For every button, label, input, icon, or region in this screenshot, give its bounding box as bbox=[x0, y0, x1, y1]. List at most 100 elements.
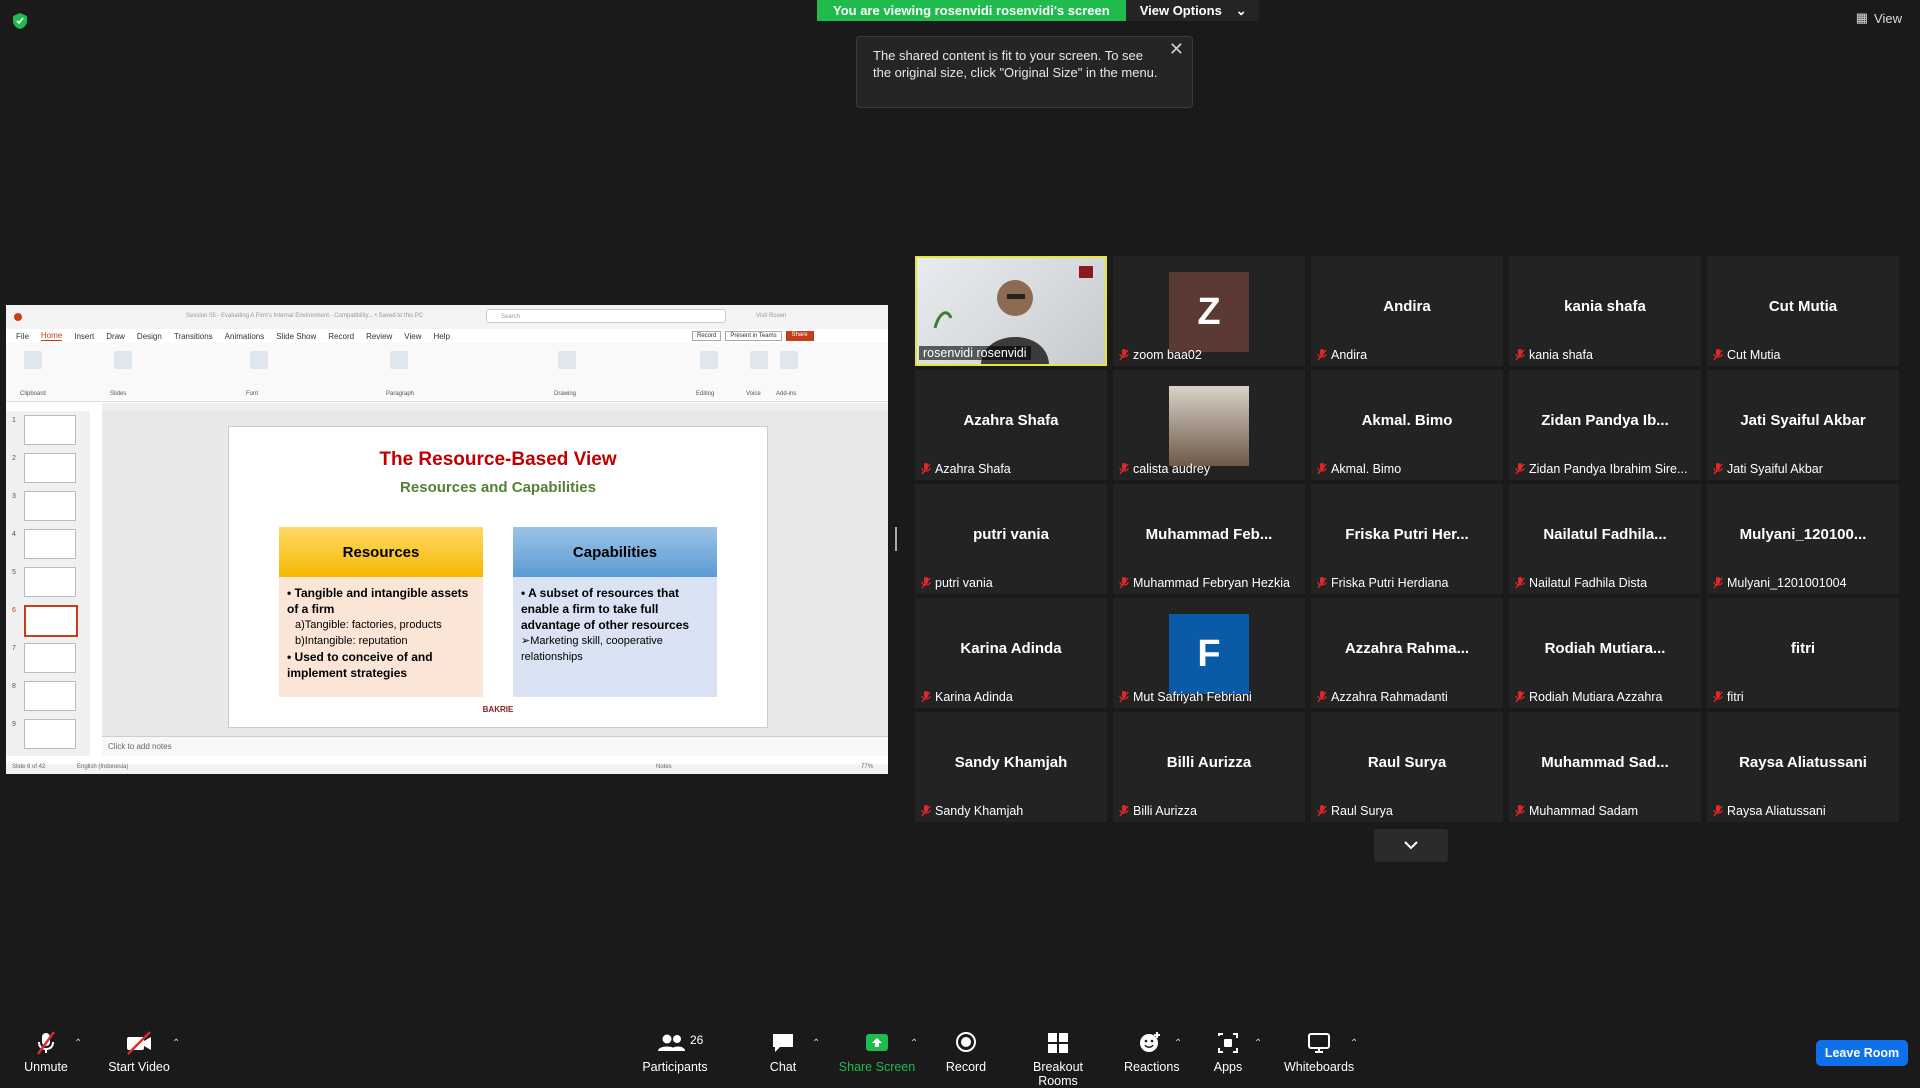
participant-tile[interactable]: calista audrey bbox=[1113, 370, 1305, 480]
ppt-menu-item[interactable]: Home bbox=[40, 331, 63, 341]
ppt-menu-item[interactable]: Help bbox=[434, 332, 450, 341]
thumbnail-number: 8 bbox=[12, 683, 16, 690]
participant-tile[interactable]: Zidan Pandya Ib... Zidan Pandya Ibrahim S… bbox=[1509, 370, 1701, 480]
ppt-menu-item[interactable]: Design bbox=[137, 332, 162, 341]
ppt-title-bar: Session 05 - Evaluating A Firm's Interna… bbox=[6, 305, 888, 329]
share-options-caret[interactable]: ⌃ bbox=[910, 1038, 918, 1049]
slide-thumbnail[interactable] bbox=[24, 529, 76, 559]
ppt-search-box[interactable]: Search bbox=[486, 309, 726, 323]
ppt-notes[interactable]: Click to add notes bbox=[102, 736, 888, 756]
participant-tile[interactable]: Friska Putri Her... Friska Putri Herdiana bbox=[1311, 484, 1503, 594]
ppt-menu-item[interactable]: Slide Show bbox=[276, 332, 316, 341]
close-icon[interactable]: ✕ bbox=[1169, 40, 1184, 58]
ppt-menu-item[interactable]: Insert bbox=[74, 332, 94, 341]
ppt-window-title: Session 05 - Evaluating A Firm's Interna… bbox=[186, 313, 424, 319]
participant-tile[interactable]: Muhammad Sad... Muhammad Sadam bbox=[1509, 712, 1701, 822]
reactions-button[interactable]: Reactions bbox=[1124, 1030, 1180, 1074]
security-shield-icon[interactable] bbox=[12, 12, 28, 30]
participant-tile[interactable]: Billi Aurizza Billi Aurizza bbox=[1113, 712, 1305, 822]
participant-tile[interactable]: Cut Mutia Cut Mutia bbox=[1707, 256, 1899, 366]
view-options-button[interactable]: View Options ⌄ bbox=[1125, 0, 1259, 21]
slide-thumbnail[interactable] bbox=[24, 567, 76, 597]
participant-tile[interactable]: Raysa Aliatussani Raysa Aliatussani bbox=[1707, 712, 1899, 822]
ppt-record-button[interactable]: Record bbox=[692, 331, 722, 341]
slide-thumbnail[interactable] bbox=[24, 491, 76, 521]
slide-thumbnail[interactable] bbox=[24, 453, 76, 483]
ppt-share-button[interactable]: Share bbox=[785, 331, 814, 341]
participant-tile[interactable]: rosenvidi rosenvidi bbox=[915, 256, 1107, 366]
participant-tile[interactable]: kania shafa kania shafa bbox=[1509, 256, 1701, 366]
ppt-menu-item[interactable]: Record bbox=[328, 332, 354, 341]
participant-tile[interactable]: Rodiah Mutiara... Rodiah Mutiara Azzahra bbox=[1509, 598, 1701, 708]
ribbon-tool-icon[interactable] bbox=[780, 351, 798, 369]
ribbon-tool-icon[interactable] bbox=[750, 351, 768, 369]
ppt-menu-item[interactable]: Transitions bbox=[174, 332, 213, 341]
chat-options-caret[interactable]: ⌃ bbox=[812, 1038, 820, 1049]
unmute-button[interactable]: Unmute bbox=[20, 1030, 72, 1074]
ppt-menu-item[interactable]: Draw bbox=[106, 332, 125, 341]
slide-thumbnail[interactable] bbox=[24, 605, 78, 637]
microphone-muted-icon bbox=[1515, 463, 1525, 475]
participant-display-name: fitri bbox=[1790, 640, 1816, 657]
audio-options-caret[interactable]: ⌃ bbox=[74, 1038, 82, 1049]
participant-tile[interactable]: Jati Syaiful Akbar Jati Syaiful Akbar bbox=[1707, 370, 1899, 480]
participant-label: kania shafa bbox=[1515, 348, 1593, 362]
gallery-next-page-button[interactable] bbox=[1374, 829, 1448, 862]
participant-tile[interactable]: Azahra Shafa Azahra Shafa bbox=[915, 370, 1107, 480]
ppt-thumbnails[interactable]: 1 2 3 4 5 6 7 8 9 bbox=[6, 411, 90, 756]
ribbon-tool-icon[interactable] bbox=[558, 351, 576, 369]
apps-button[interactable]: Apps bbox=[1210, 1030, 1246, 1074]
slide-thumbnail[interactable] bbox=[24, 415, 76, 445]
view-button[interactable]: ▦ View bbox=[1856, 10, 1902, 26]
ppt-menu-item[interactable]: Animations bbox=[225, 332, 265, 341]
ribbon-tool-icon[interactable] bbox=[250, 351, 268, 369]
participant-tile[interactable]: Andira Andira bbox=[1311, 256, 1503, 366]
whiteboards-button[interactable]: Whiteboards bbox=[1284, 1030, 1354, 1074]
zoom-level[interactable]: 77% bbox=[861, 764, 873, 770]
ppt-menu-item[interactable]: Review bbox=[366, 332, 392, 341]
participant-tile[interactable]: Azzahra Rahma... Azzahra Rahmadanti bbox=[1311, 598, 1503, 708]
splitter-handle[interactable] bbox=[895, 527, 897, 551]
leave-room-button[interactable]: Leave Room bbox=[1816, 1040, 1908, 1066]
ribbon-tool-icon[interactable] bbox=[24, 351, 42, 369]
slide[interactable]: The Resource-Based View Resources and Ca… bbox=[228, 426, 768, 728]
participant-tile[interactable]: Raul Surya Raul Surya bbox=[1311, 712, 1503, 822]
slide-thumbnail[interactable] bbox=[24, 719, 76, 749]
participant-tile[interactable]: Nailatul Fadhila... Nailatul Fadhila Dist… bbox=[1509, 484, 1701, 594]
ribbon-group-label: Paragraph bbox=[386, 391, 415, 397]
ppt-menu-item[interactable]: File bbox=[16, 332, 29, 341]
participant-tile[interactable]: fitri fitri bbox=[1707, 598, 1899, 708]
ribbon-tool-icon[interactable] bbox=[390, 351, 408, 369]
participant-tile[interactable]: Sandy Khamjah Sandy Khamjah bbox=[915, 712, 1107, 822]
video-options-caret[interactable]: ⌃ bbox=[172, 1038, 180, 1049]
resources-bullet-2: • Used to conceive of and implement stra… bbox=[287, 650, 433, 680]
shared-screen[interactable]: Session 05 - Evaluating A Firm's Interna… bbox=[6, 305, 888, 774]
capabilities-body: • A subset of resources that enable a fi… bbox=[513, 577, 717, 697]
ppt-ribbon[interactable]: Clipboard Slides Font Paragraph Drawing Editi… bbox=[6, 343, 888, 402]
start-video-button[interactable]: Start Video bbox=[104, 1030, 174, 1074]
participant-label: Raul Surya bbox=[1317, 804, 1393, 818]
record-button[interactable]: Record bbox=[944, 1030, 988, 1074]
ribbon-tool-icon[interactable] bbox=[114, 351, 132, 369]
participant-display-name: Azzahra Rahma... bbox=[1344, 640, 1470, 657]
breakout-rooms-button[interactable]: Breakout Rooms bbox=[1012, 1030, 1104, 1088]
slide-thumbnail[interactable] bbox=[24, 643, 76, 673]
participant-tile[interactable]: putri vania putri vania bbox=[915, 484, 1107, 594]
participant-tile[interactable]: Mulyani_120100... Mulyani_1201001004 bbox=[1707, 484, 1899, 594]
whiteboards-options-caret[interactable]: ⌃ bbox=[1350, 1038, 1358, 1049]
chat-button[interactable]: Chat bbox=[768, 1030, 798, 1074]
participant-tile[interactable]: Zzoom baa02 bbox=[1113, 256, 1305, 366]
ppt-present-teams-button[interactable]: Present in Teams bbox=[725, 331, 782, 341]
ppt-menu-item[interactable]: View bbox=[404, 332, 421, 341]
participant-tile[interactable]: Karina Adinda Karina Adinda bbox=[915, 598, 1107, 708]
ribbon-tool-icon[interactable] bbox=[700, 351, 718, 369]
share-screen-button[interactable]: Share Screen bbox=[838, 1030, 916, 1074]
participant-tile[interactable]: F Mut Safriyah Febriani bbox=[1113, 598, 1305, 708]
reactions-options-caret[interactable]: ⌃ bbox=[1174, 1038, 1182, 1049]
slide-thumbnail[interactable] bbox=[24, 681, 76, 711]
participant-tile[interactable]: Akmal. Bimo Akmal. Bimo bbox=[1311, 370, 1503, 480]
notes-toggle[interactable]: Notes bbox=[656, 764, 672, 770]
apps-options-caret[interactable]: ⌃ bbox=[1254, 1038, 1262, 1049]
participant-tile[interactable]: Muhammad Feb... Muhammad Febryan Hezkia bbox=[1113, 484, 1305, 594]
participant-display-name: kania shafa bbox=[1564, 298, 1646, 315]
